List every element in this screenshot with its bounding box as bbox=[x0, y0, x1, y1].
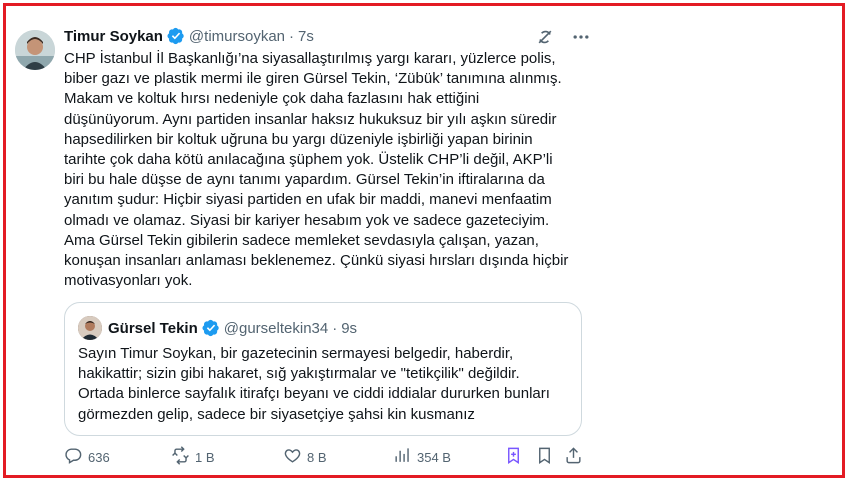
quoted-author-handle[interactable]: @gurseltekin34 bbox=[224, 320, 328, 337]
reply-count: 636 bbox=[88, 449, 110, 465]
author-handle[interactable]: @timursoykan bbox=[189, 28, 285, 45]
retweet-icon bbox=[171, 446, 190, 468]
retweet-count: 1 B bbox=[195, 449, 215, 465]
author-avatar[interactable] bbox=[15, 30, 55, 70]
bookmark-icon bbox=[535, 446, 554, 468]
tweet-header: Timur Soykan @timursoykan · 7s bbox=[64, 25, 314, 47]
tweet-timestamp[interactable]: 7s bbox=[298, 28, 314, 45]
more-icon[interactable] bbox=[570, 26, 592, 48]
quoted-tweet-timestamp[interactable]: 9s bbox=[341, 320, 357, 337]
like-count: 8 B bbox=[307, 449, 327, 465]
tweet-card[interactable]: Timur Soykan @timursoykan · 7s CHP İstan… bbox=[6, 6, 842, 475]
quoted-author-name[interactable]: Gürsel Tekin bbox=[108, 320, 198, 337]
bookmark-icon bbox=[504, 446, 523, 468]
grok-icon[interactable] bbox=[534, 26, 556, 48]
bookmark-button[interactable] bbox=[504, 446, 523, 468]
share-icon bbox=[564, 446, 583, 468]
views-count: 354 B bbox=[417, 449, 451, 465]
views-button[interactable]: 354 B bbox=[393, 446, 451, 468]
quoted-tweet[interactable]: Gürsel Tekin @gurseltekin34 · 9s Sayın T… bbox=[64, 302, 582, 436]
views-icon bbox=[393, 446, 412, 468]
verified-badge-icon bbox=[202, 319, 220, 337]
quoted-tweet-text: Sayın Timur Soykan, bir gazetecinin serm… bbox=[78, 345, 550, 423]
tweet-text: CHP İstanbul İl Başkanlığı’na siyasallaş… bbox=[64, 50, 569, 290]
reply-button[interactable]: 636 bbox=[64, 446, 110, 468]
separator-dot: · bbox=[289, 27, 295, 45]
bookmark-button[interactable] bbox=[535, 446, 554, 468]
quoted-tweet-header: Gürsel Tekin @gurseltekin34 · 9s bbox=[78, 316, 357, 340]
quoted-author-avatar[interactable] bbox=[78, 316, 102, 340]
like-button[interactable]: 8 B bbox=[283, 446, 327, 468]
author-name[interactable]: Timur Soykan bbox=[64, 28, 163, 45]
share-button[interactable] bbox=[564, 446, 583, 468]
like-icon bbox=[283, 446, 302, 468]
retweet-button[interactable]: 1 B bbox=[171, 446, 215, 468]
reply-icon bbox=[64, 446, 83, 468]
screenshot-frame: Timur Soykan @timursoykan · 7s CHP İstan… bbox=[3, 3, 845, 478]
tweet-top-actions bbox=[534, 26, 592, 48]
separator-dot: · bbox=[332, 319, 338, 337]
tweet-action-bar: 636 1 B 8 B 354 B bbox=[64, 446, 586, 470]
verified-badge-icon bbox=[167, 27, 185, 45]
